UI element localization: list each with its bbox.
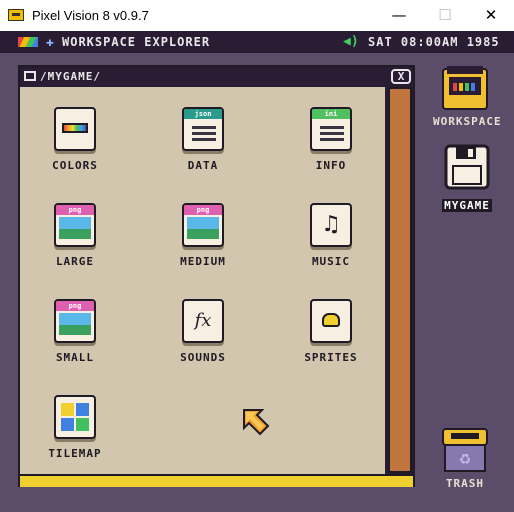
file-label: SMALL (55, 351, 95, 364)
desktop-workspace[interactable]: WORKSPACE (433, 65, 502, 128)
png-file-icon: png (54, 203, 96, 247)
desktop-trash[interactable]: ♻ TRASH (433, 427, 497, 490)
desktop-mygame[interactable]: MYGAME (435, 144, 499, 213)
explorer-footer (20, 474, 413, 487)
file-music[interactable]: ♫ MUSIC (291, 203, 371, 283)
file-label: INFO (315, 159, 347, 172)
clock: SAT 08:00AM 1985 (368, 35, 500, 49)
file-info[interactable]: ini INFO (291, 107, 371, 187)
file-label: COLORS (52, 159, 98, 172)
file-label: MUSIC (311, 255, 351, 268)
file-medium[interactable]: png MEDIUM (163, 203, 243, 283)
file-small[interactable]: png SMALL (35, 299, 115, 379)
file-label: SPRITES (304, 351, 358, 364)
ini-file-icon: ini (310, 107, 352, 151)
file-sprites[interactable]: SPRITES (291, 299, 371, 379)
file-large[interactable]: png LARGE (35, 203, 115, 283)
folder-icon (24, 71, 36, 81)
topbar-title: WORKSPACE EXPLORER (62, 35, 211, 49)
desktop-label: MYGAME (442, 199, 492, 212)
file-label: TILEMAP (48, 447, 102, 460)
cartridge-icon (442, 66, 488, 110)
disk-icon (444, 144, 490, 190)
folder-path: /MYGAME/ (40, 70, 101, 83)
app-icon (8, 9, 24, 21)
close-explorer-button[interactable]: X (391, 69, 411, 84)
explorer-window: /MYGAME/ X COLORS json DATA ini INFO png (18, 65, 415, 487)
svg-text:♻: ♻ (459, 452, 472, 468)
tilemap-icon (54, 395, 96, 439)
scrollbar[interactable] (388, 87, 412, 473)
sprite-icon (310, 299, 352, 343)
scroll-track (385, 87, 413, 474)
pv8-logo-icon[interactable] (18, 37, 38, 47)
trash-icon: ♻ (442, 428, 488, 472)
speaker-icon[interactable]: ◀) (343, 34, 359, 49)
desktop-label: WORKSPACE (433, 115, 502, 128)
desktop-label: TRASH (445, 477, 485, 490)
explorer-header: /MYGAME/ X (20, 67, 413, 87)
mouse-cursor-icon (243, 409, 270, 436)
tool-icon: ✚ (46, 35, 54, 50)
file-colors[interactable]: COLORS (35, 107, 115, 187)
file-tilemap[interactable]: TILEMAP (35, 395, 115, 475)
png-file-icon: png (182, 203, 224, 247)
sound-fx-icon: fx (182, 299, 224, 343)
file-data[interactable]: json DATA (163, 107, 243, 187)
close-window-button[interactable]: ✕ (468, 0, 514, 31)
top-bar: ✚ WORKSPACE EXPLORER ◀) SAT 08:00AM 1985 (0, 31, 514, 53)
minimize-button[interactable]: — (376, 0, 422, 31)
window-titlebar: Pixel Vision 8 v0.9.7 — ☐ ✕ (0, 0, 514, 31)
music-note-icon: ♫ (310, 203, 352, 247)
file-label: DATA (187, 159, 219, 172)
window-title: Pixel Vision 8 v0.9.7 (32, 8, 149, 23)
colors-icon (54, 107, 96, 151)
file-sounds[interactable]: fx SOUNDS (163, 299, 243, 379)
file-label: LARGE (55, 255, 95, 268)
maximize-button[interactable]: ☐ (422, 0, 468, 31)
json-file-icon: json (182, 107, 224, 151)
file-label: SOUNDS (180, 351, 226, 364)
png-file-icon: png (54, 299, 96, 343)
file-label: MEDIUM (180, 255, 226, 268)
desktop-screen: ✚ WORKSPACE EXPLORER ◀) SAT 08:00AM 1985… (0, 31, 514, 512)
